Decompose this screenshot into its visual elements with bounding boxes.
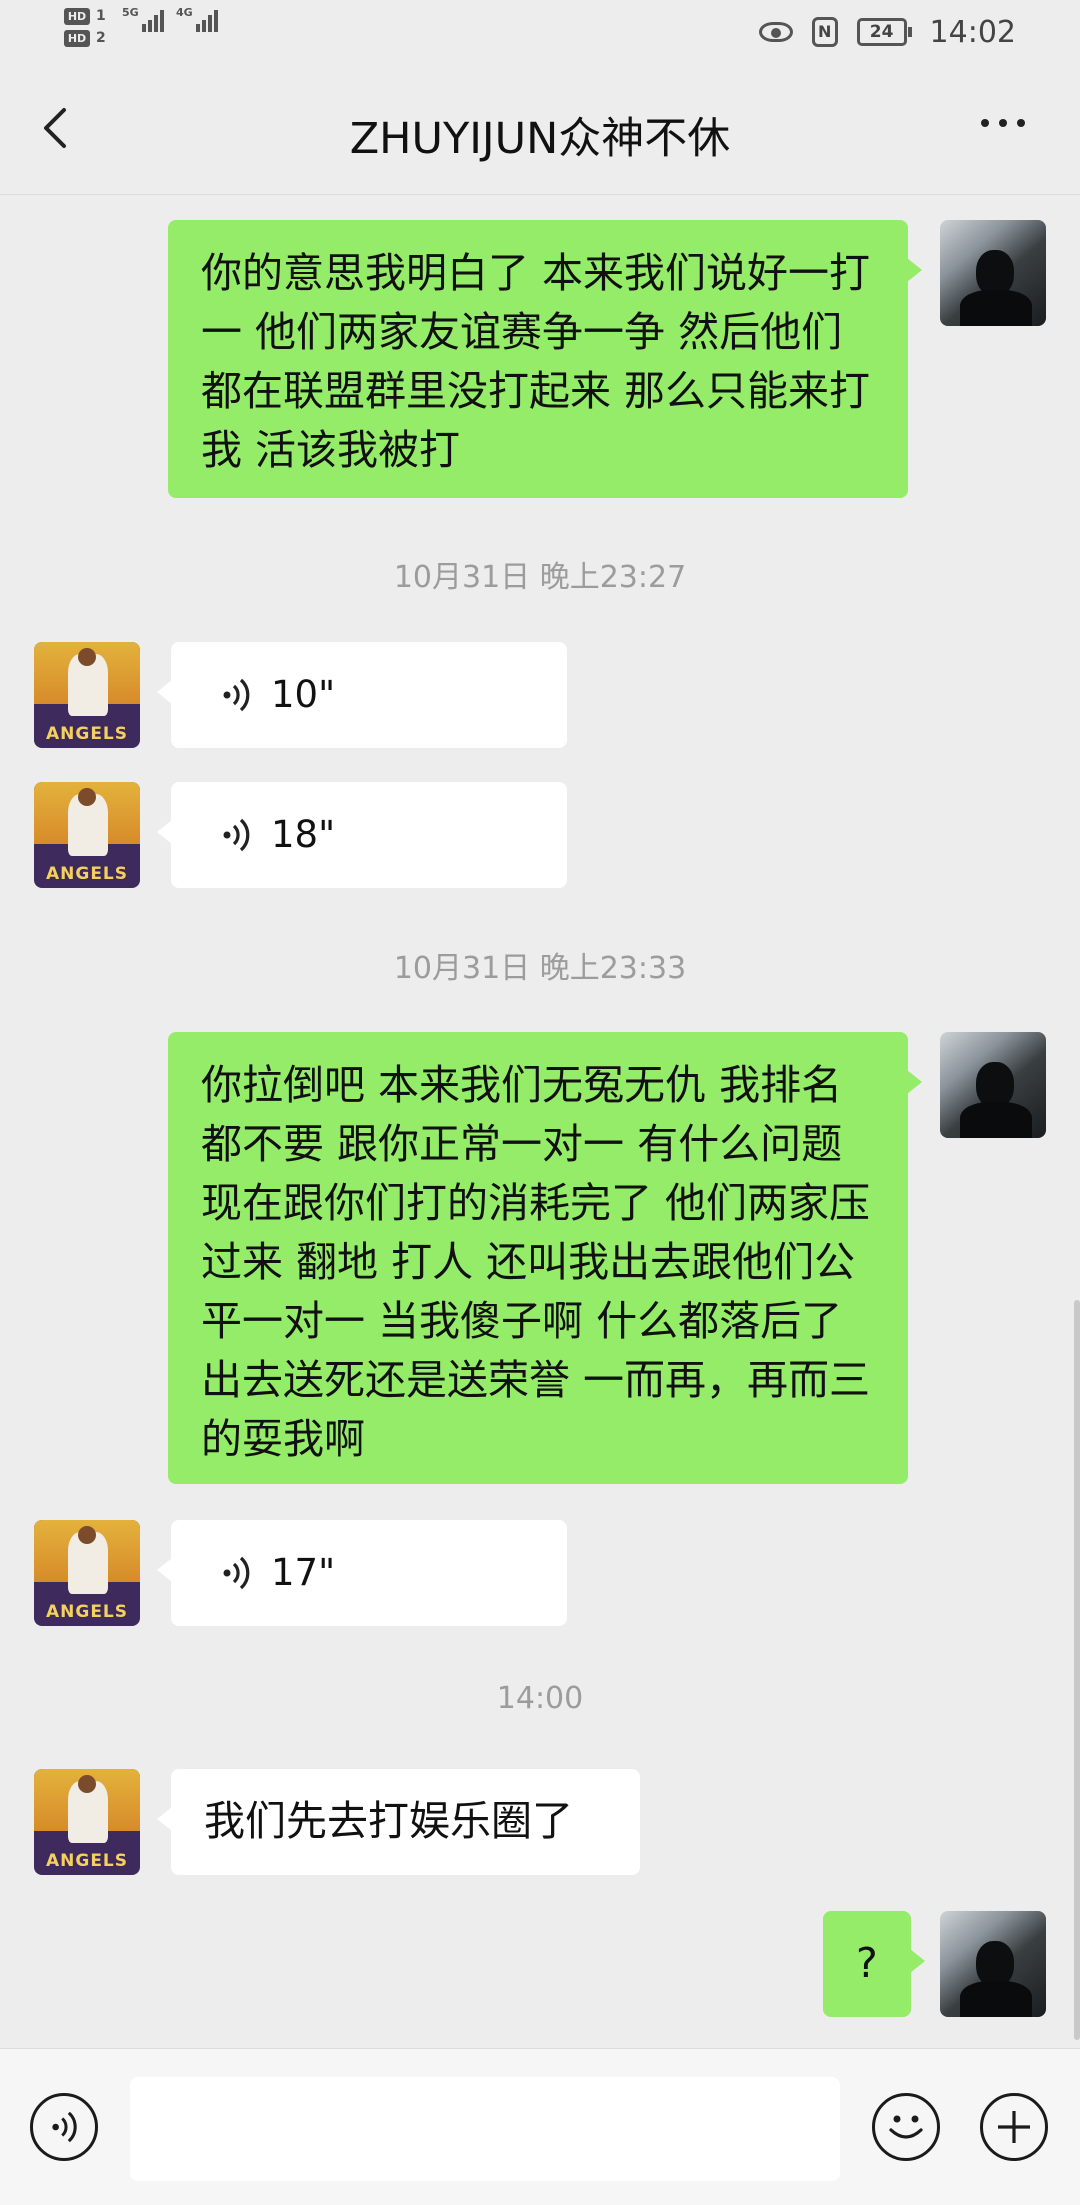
avatar-contact[interactable]: ANGELS bbox=[34, 1769, 140, 1875]
emoji-button[interactable] bbox=[872, 2093, 940, 2161]
network-4g-label: 4G bbox=[176, 6, 193, 19]
voice-duration: 18" bbox=[271, 813, 336, 856]
sim1-number: 1 bbox=[96, 8, 106, 24]
voice-icon bbox=[52, 2111, 77, 2143]
voice-duration: 17" bbox=[271, 1551, 336, 1594]
message-text: 你拉倒吧 本来我们无冤无仇 我排名都不要 跟你正常一对一 有什么问题 现在跟你们… bbox=[201, 1061, 871, 1463]
sim-indicators: HD 1 HD 2 bbox=[64, 8, 106, 52]
avatar-self[interactable] bbox=[940, 1032, 1046, 1138]
voice-message[interactable]: 10" bbox=[157, 642, 567, 748]
status-right: N 24 14:02 bbox=[749, 14, 1016, 54]
timestamp: 10月31日 晚上23:27 bbox=[393, 560, 687, 595]
timestamp: 10月31日 晚上23:33 bbox=[393, 951, 687, 986]
avatar-logo-text: ANGELS bbox=[45, 1851, 129, 1871]
status-bar: HD 1 HD 2 5G 4G N 24 14:02 bbox=[0, 0, 1080, 66]
signal-icon: 5G bbox=[122, 6, 166, 32]
battery-icon: 24 bbox=[856, 18, 912, 46]
sim1-badge: HD bbox=[64, 8, 90, 25]
avatar-contact[interactable]: ANGELS bbox=[34, 1520, 140, 1626]
voice-wave-icon bbox=[223, 678, 250, 712]
input-bar bbox=[0, 2048, 1080, 2205]
voice-wave-icon bbox=[223, 818, 250, 852]
avatar-self[interactable] bbox=[940, 220, 1046, 326]
message-text: 我们先去打娱乐圈了 bbox=[204, 1797, 573, 1845]
emoji-icon bbox=[889, 2115, 923, 2139]
voice-message[interactable]: 18" bbox=[157, 782, 567, 888]
sim2-badge: HD bbox=[64, 30, 90, 47]
voice-input-button[interactable] bbox=[30, 2093, 98, 2161]
status-time: 14:02 bbox=[929, 14, 1016, 50]
voice-duration: 10" bbox=[271, 673, 336, 716]
voice-wave-icon bbox=[223, 1556, 250, 1590]
message-text: 你的意思我明白了 本来我们说好一打一 他们两家友谊赛争一争 然后他们都在联盟群里… bbox=[201, 249, 871, 474]
message-bubble-self[interactable]: ? bbox=[823, 1911, 925, 2017]
sim2-number: 2 bbox=[96, 30, 106, 46]
more-functions-button[interactable] bbox=[980, 2093, 1048, 2161]
more-options-icon[interactable] bbox=[976, 112, 1040, 142]
signal-icon-2: 4G bbox=[176, 6, 220, 32]
message-input[interactable] bbox=[130, 2077, 840, 2181]
message-bubble-self[interactable]: 你的意思我明白了 本来我们说好一打一 他们两家友谊赛争一争 然后他们都在联盟群里… bbox=[168, 220, 922, 498]
scrollbar[interactable] bbox=[1074, 1300, 1080, 2040]
avatar-logo-text: ANGELS bbox=[45, 1602, 129, 1622]
avatar-contact[interactable]: ANGELS bbox=[34, 782, 140, 888]
message-bubble-contact[interactable]: 我们先去打娱乐圈了 bbox=[157, 1769, 640, 1875]
avatar-logo-text: ANGELS bbox=[45, 724, 129, 744]
network-5g-label: 5G bbox=[122, 6, 139, 19]
avatar-contact[interactable]: ANGELS bbox=[34, 642, 140, 748]
voice-message[interactable]: 17" bbox=[157, 1520, 567, 1626]
eye-comfort-icon bbox=[758, 22, 793, 42]
chat-title: ZHUYIJUN众神不休 bbox=[349, 114, 731, 164]
avatar-self[interactable] bbox=[940, 1911, 1046, 2017]
plus-icon bbox=[998, 2111, 1030, 2143]
avatar-logo-text: ANGELS bbox=[45, 864, 129, 884]
nfc-icon: N bbox=[811, 17, 838, 47]
timestamp: 14:00 bbox=[496, 1681, 584, 1716]
message-text: ? bbox=[856, 1939, 878, 1987]
chat-header: ZHUYIJUN众神不休 bbox=[0, 66, 1080, 195]
message-bubble-self[interactable]: 你拉倒吧 本来我们无冤无仇 我排名都不要 跟你正常一对一 有什么问题 现在跟你们… bbox=[168, 1032, 922, 1484]
